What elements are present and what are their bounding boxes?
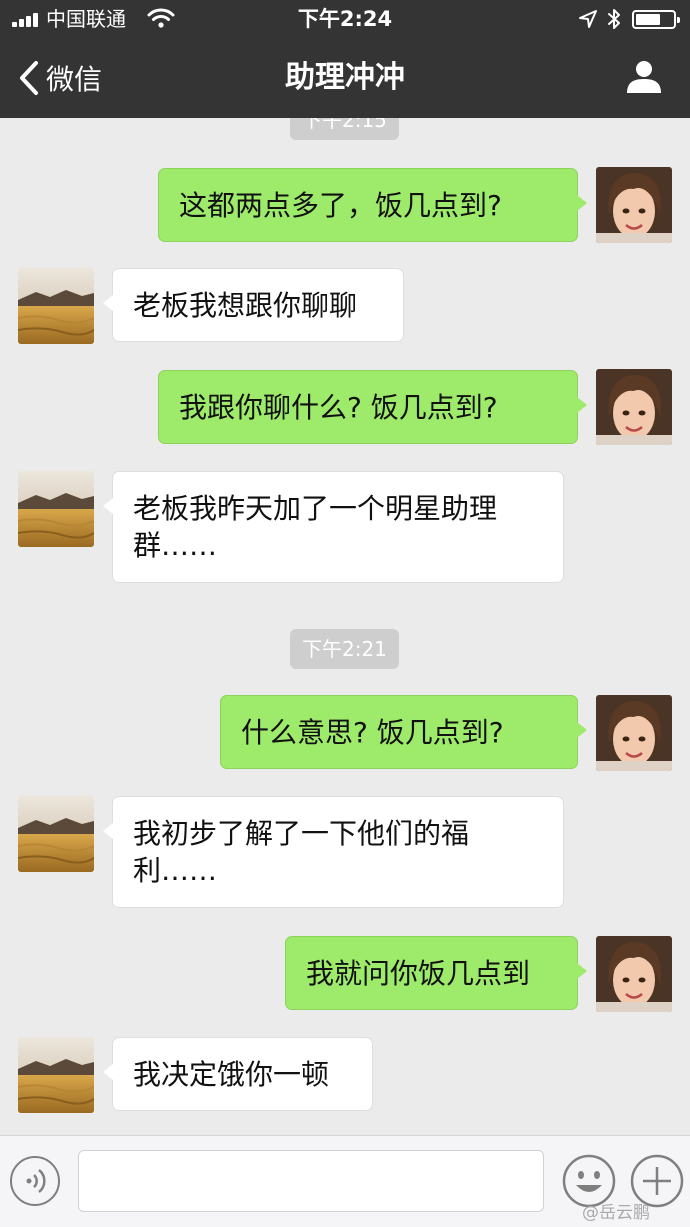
my-avatar[interactable]: [596, 369, 672, 445]
message-bubble-mine[interactable]: 这都两点多了，饭几点到?: [158, 168, 587, 242]
girl-avatar-image: [596, 695, 672, 771]
watermark: @岳云鹏: [582, 1203, 650, 1223]
message-bubble-theirs[interactable]: 我决定饿你一顿: [103, 1037, 373, 1111]
message-bubble-theirs[interactable]: 我初步了解了一下他们的福利……: [103, 796, 564, 908]
message-bubble-mine[interactable]: 什么意思? 饭几点到?: [220, 695, 587, 769]
voice-icon: [26, 1169, 46, 1193]
wechat-chat-screen: 中国联通 下午2:24 微信 助理冲冲 下午2:15 这都两点多了，饭几点到? …: [0, 0, 690, 1227]
girl-avatar-image: [596, 167, 672, 243]
location-arrow-icon: [579, 10, 597, 28]
message-list[interactable]: 下午2:15 这都两点多了，饭几点到? 老板我想跟你聊聊 我跟你聊什么? 饭几点…: [0, 118, 690, 1135]
girl-avatar-image: [596, 369, 672, 445]
status-bar: 中国联通 下午2:24: [0, 0, 690, 38]
girl-avatar-image: [596, 936, 672, 1012]
desert-avatar-image: [18, 268, 94, 344]
message-bubble-theirs[interactable]: 老板我想跟你聊聊: [103, 268, 404, 342]
contact-avatar[interactable]: [18, 796, 94, 872]
contact-avatar[interactable]: [18, 471, 94, 547]
nav-bar: 微信 助理冲冲: [0, 38, 690, 118]
my-avatar[interactable]: [596, 936, 672, 1012]
desert-avatar-image: [18, 471, 94, 547]
voice-button[interactable]: [10, 1156, 60, 1206]
header: 中国联通 下午2:24 微信 助理冲冲: [0, 0, 690, 118]
desert-avatar-image: [18, 796, 94, 872]
timestamp-chip: 下午2:21: [290, 629, 399, 669]
message-input[interactable]: [78, 1150, 544, 1212]
bluetooth-icon: [608, 9, 620, 29]
message-bubble-mine[interactable]: 我就问你饭几点到: [285, 936, 587, 1010]
timestamp-chip: 下午2:15: [290, 118, 399, 140]
contact-avatar[interactable]: [18, 1037, 94, 1113]
message-bubble-theirs[interactable]: 老板我昨天加了一个明星助理群……: [103, 471, 564, 583]
battery-icon: [632, 10, 680, 29]
my-avatar[interactable]: [596, 695, 672, 771]
contact-avatar[interactable]: [18, 268, 94, 344]
chat-title: 助理冲冲: [285, 60, 405, 95]
message-bubble-mine[interactable]: 我跟你聊什么? 饭几点到?: [158, 370, 587, 444]
my-avatar[interactable]: [596, 167, 672, 243]
person-icon[interactable]: [624, 56, 664, 96]
desert-avatar-image: [18, 1037, 94, 1113]
